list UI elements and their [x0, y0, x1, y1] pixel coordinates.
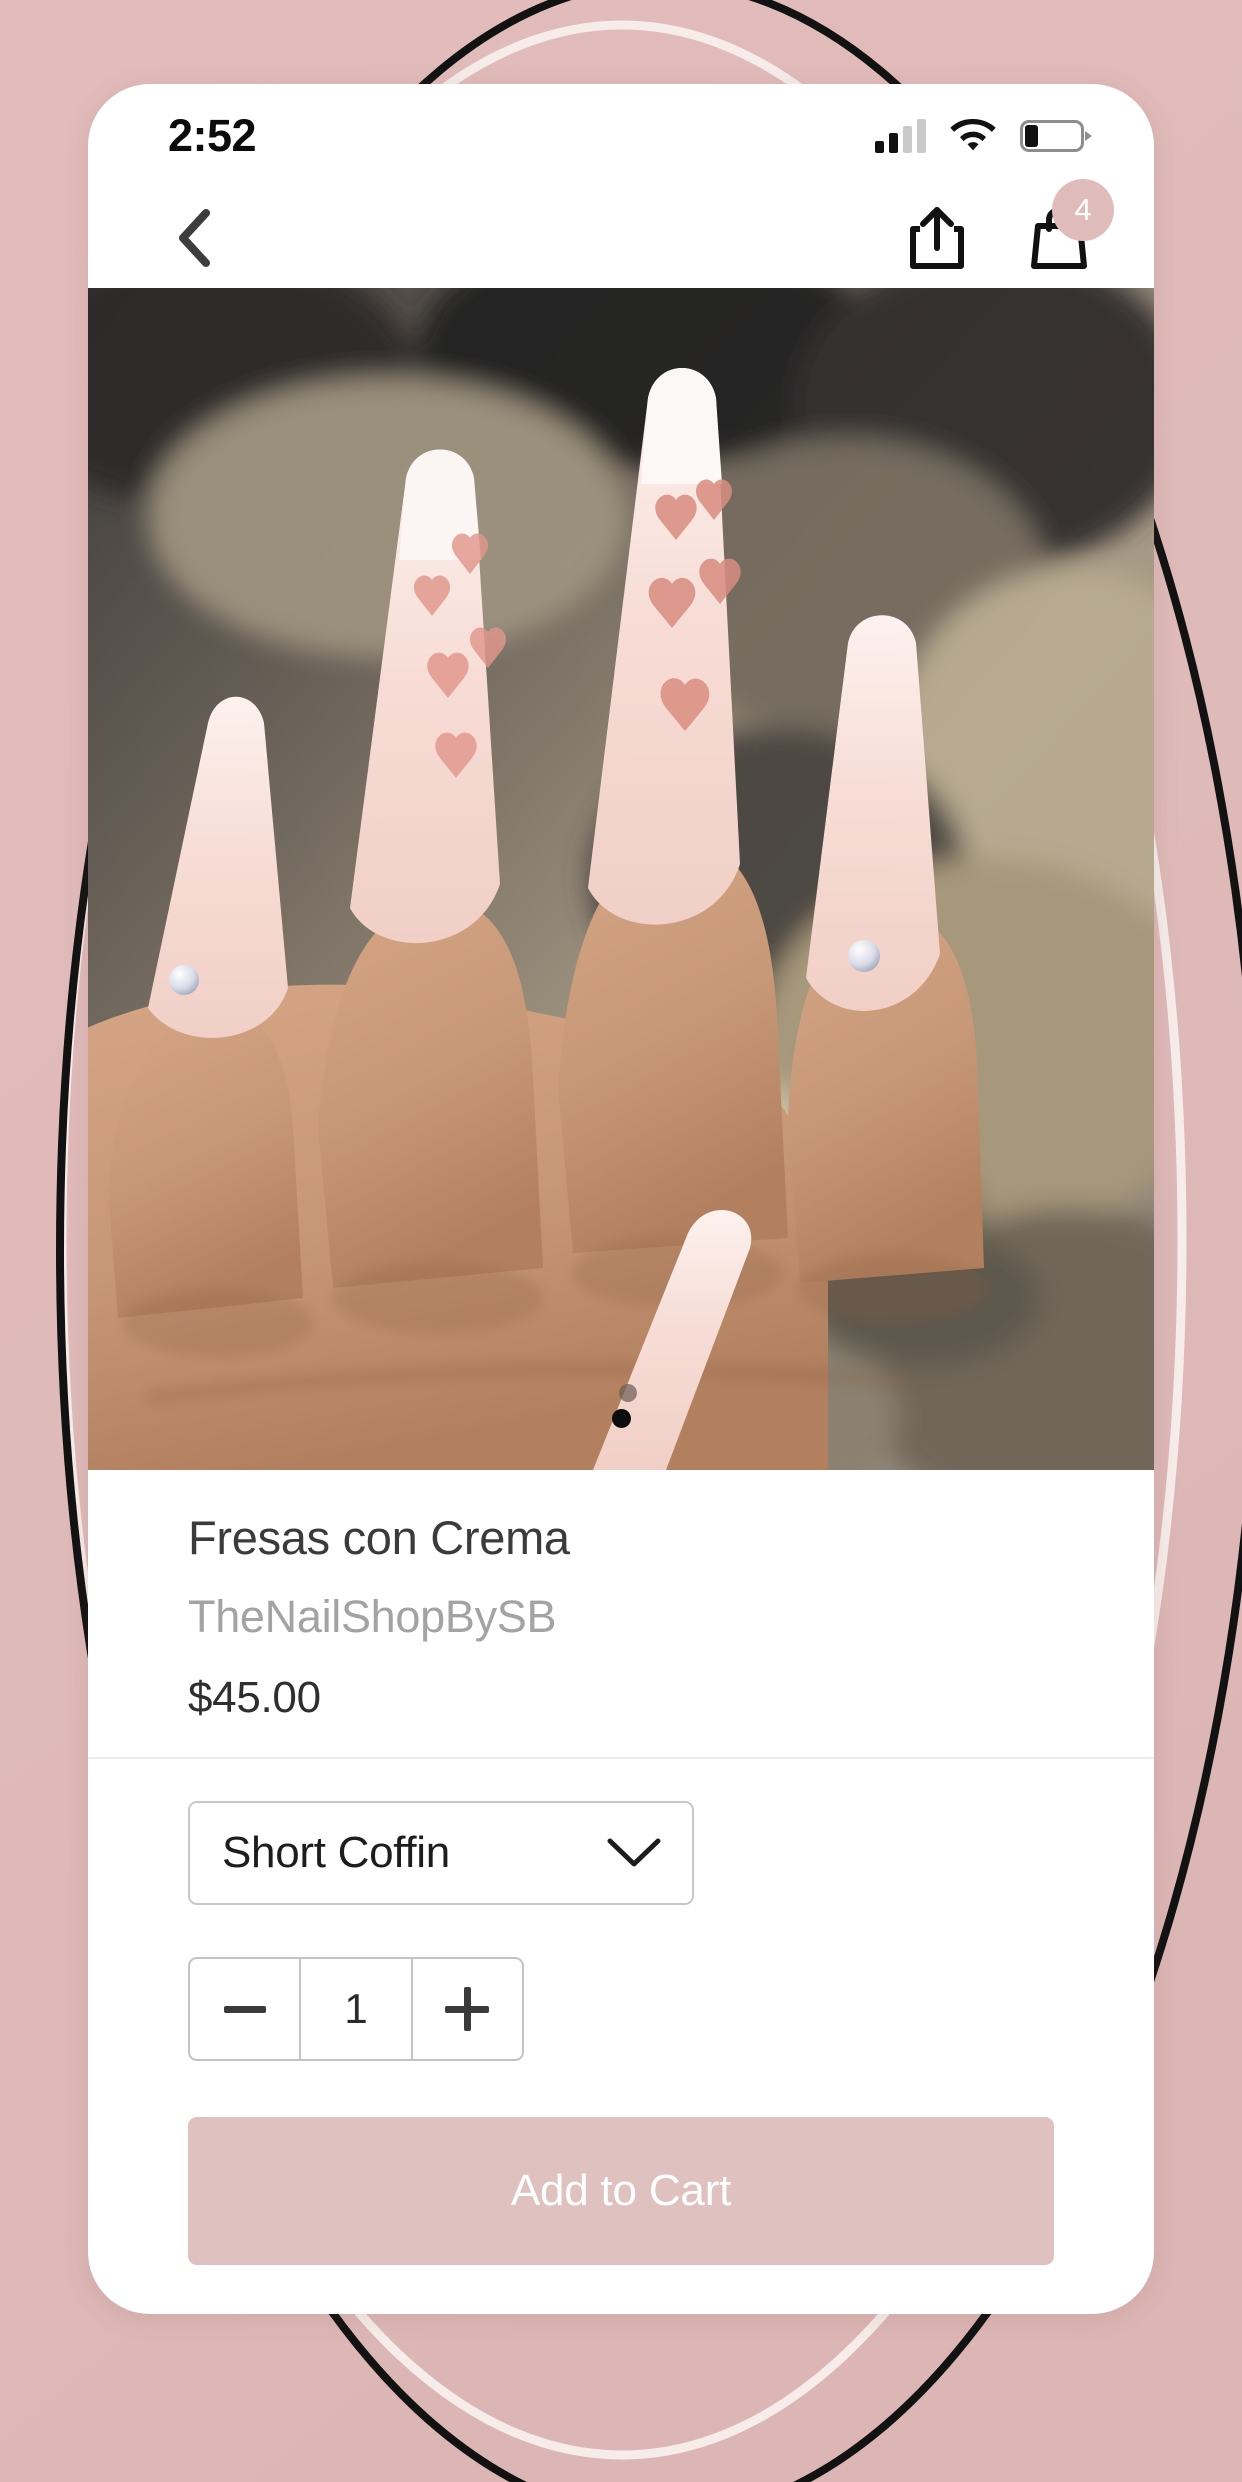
carousel-page-indicator[interactable] — [88, 1409, 1154, 1428]
share-button[interactable] — [904, 205, 970, 271]
wifi-icon — [950, 119, 996, 153]
minus-icon — [223, 2005, 266, 2013]
quantity-decrement-button[interactable] — [190, 1959, 299, 2059]
quantity-stepper[interactable]: 1 — [188, 1957, 524, 2061]
chevron-left-icon — [179, 209, 210, 267]
status-bar-indicators — [875, 119, 1092, 153]
chevron-down-icon — [606, 1836, 662, 1870]
product-vendor[interactable]: TheNailShopBySB — [188, 1591, 1054, 1643]
status-bar: 2:52 — [88, 84, 1154, 188]
variant-select[interactable]: Short Coffin — [188, 1801, 694, 1905]
product-options-section: Short Coffin 1 — [88, 1759, 1154, 2061]
plus-icon — [445, 1987, 490, 2031]
nav-actions: 4 — [904, 179, 1114, 271]
app-nav-bar: 4 — [88, 179, 1154, 288]
cart-button[interactable]: 4 — [1026, 179, 1114, 271]
carousel-dot-active[interactable] — [611, 1409, 631, 1428]
product-image-carousel[interactable] — [88, 288, 1154, 1470]
product-price: $45.00 — [188, 1673, 321, 1722]
status-bar-clock: 2:52 — [168, 110, 257, 161]
add-to-cart-section: Add to Cart — [88, 2061, 1154, 2265]
share-icon — [910, 207, 964, 269]
product-info-section: Fresas con Crema TheNailShopBySB $45.00 — [88, 1470, 1154, 1757]
product-title: Fresas con Crema — [188, 1511, 570, 1564]
cart-count-badge: 4 — [1052, 179, 1114, 241]
rhinestone — [848, 940, 880, 972]
rhinestone — [169, 965, 199, 995]
add-to-cart-label: Add to Cart — [510, 2166, 732, 2215]
quantity-increment-button[interactable] — [413, 1959, 522, 2059]
quantity-value[interactable]: 1 — [299, 1959, 413, 2059]
product-photo — [88, 288, 1154, 1470]
battery-icon — [1020, 120, 1092, 152]
back-button[interactable] — [166, 209, 220, 267]
phone-mockup-frame: 2:52 4 Fresas con Crema TheNailShopBySB … — [88, 84, 1154, 2314]
cellular-signal-icon — [875, 119, 926, 153]
variant-select-value: Short Coffin — [222, 1828, 450, 1877]
add-to-cart-button[interactable]: Add to Cart — [188, 2117, 1054, 2265]
